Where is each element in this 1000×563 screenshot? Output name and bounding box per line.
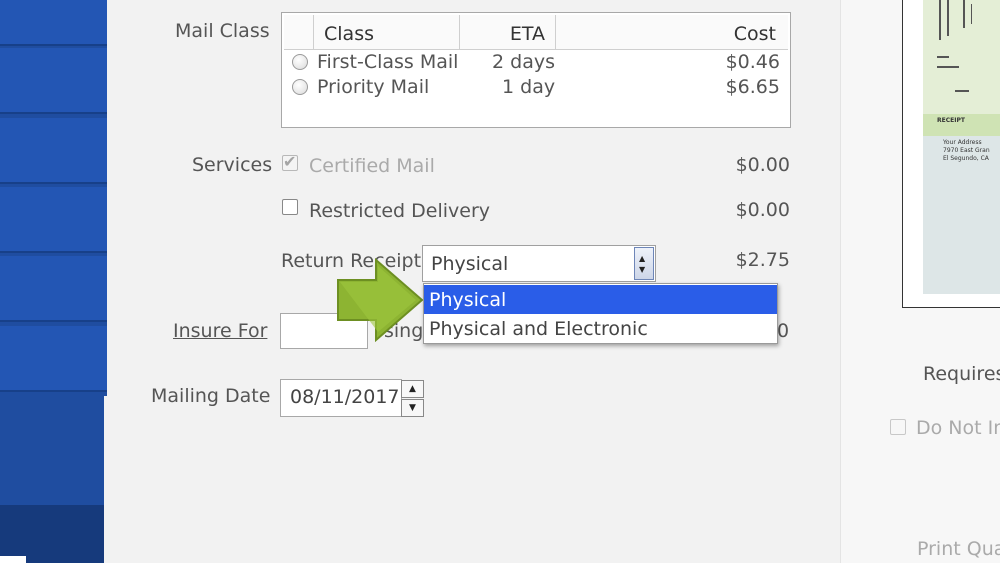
- return-receipt-select[interactable]: Physical ▲ ▼: [422, 245, 656, 282]
- preview-barcode: [963, 0, 965, 28]
- first-class-radio[interactable]: [292, 54, 308, 70]
- down-icon[interactable]: ▼: [401, 399, 424, 417]
- mailing-date-label: Mailing Date: [151, 385, 271, 407]
- certified-mail-checkbox[interactable]: ✔: [282, 152, 298, 171]
- return-receipt-price: $2.75: [735, 249, 790, 271]
- restricted-delivery-checkbox[interactable]: [282, 199, 298, 215]
- return-receipt-dropdown: Physical Physical and Electronic: [423, 283, 778, 344]
- row-cost: $6.65: [725, 76, 780, 98]
- return-receipt-value: Physical: [431, 253, 509, 275]
- restricted-delivery-price: $0.00: [735, 199, 790, 221]
- insurance-price: 0: [777, 320, 790, 342]
- do-not-checkbox[interactable]: [890, 419, 906, 435]
- checkmark-icon: ✔: [283, 152, 297, 171]
- row-class: First-Class Mail: [317, 51, 459, 73]
- mailing-date-stepper[interactable]: ▲ ▼: [401, 380, 425, 417]
- column-header-cost[interactable]: Cost: [556, 15, 788, 49]
- left-sidebar: [0, 0, 107, 563]
- sidebar-item[interactable]: [0, 0, 107, 46]
- green-arrow-icon: [337, 258, 424, 342]
- dropdown-option-physical[interactable]: Physical: [424, 285, 777, 314]
- column-header-eta[interactable]: ETA: [460, 15, 556, 49]
- preview-address-line: Your Address: [943, 139, 982, 146]
- preview-barcode: [947, 0, 949, 36]
- print-quality-label: Print Qua: [917, 538, 1000, 560]
- preview-receipt-label: RECEIPT: [937, 117, 965, 124]
- preview-address-line: El Segundo, CA: [943, 155, 989, 162]
- preview-mark: [955, 90, 969, 92]
- mail-class-label: Mail Class: [175, 20, 270, 42]
- requires-label: Requires: [923, 363, 1000, 385]
- sidebar-item[interactable]: [0, 118, 107, 184]
- sidebar-item[interactable]: [0, 326, 107, 392]
- sidebar-edge: [0, 556, 26, 563]
- sidebar-footer: [0, 505, 107, 563]
- mailing-date-input[interactable]: 08/11/2017: [280, 379, 402, 417]
- insure-for-link[interactable]: Insure For: [173, 320, 267, 342]
- table-row[interactable]: Priority Mail 1 day $6.65: [290, 76, 784, 100]
- priority-mail-radio[interactable]: [292, 79, 308, 95]
- sidebar-item[interactable]: [0, 48, 107, 114]
- preview-barcode: [939, 0, 941, 40]
- row-cost: $0.46: [725, 51, 780, 73]
- table-row[interactable]: First-Class Mail 2 days $0.46: [290, 51, 784, 75]
- restricted-delivery-label: Restricted Delivery: [309, 200, 491, 222]
- do-not-label: Do Not In: [916, 417, 1000, 439]
- row-eta: 2 days: [492, 51, 555, 73]
- updown-icon[interactable]: ▲ ▼: [634, 247, 654, 280]
- row-eta: 1 day: [502, 76, 556, 98]
- mail-class-table: Class ETA Cost First-Class Mail 2 days $…: [281, 12, 791, 128]
- preview-mark: [937, 56, 949, 58]
- sidebar-divider: [104, 396, 107, 563]
- mail-class-table-header: Class ETA Cost: [284, 15, 788, 50]
- dropdown-option-physical-electronic[interactable]: Physical and Electronic: [424, 314, 777, 343]
- preview-barcode: [971, 4, 972, 24]
- sidebar-item[interactable]: [0, 256, 107, 322]
- preview-mark: [937, 66, 959, 68]
- column-header-class[interactable]: Class: [314, 15, 460, 49]
- services-label: Services: [192, 154, 273, 176]
- certified-mail-label: Certified Mail: [309, 155, 435, 177]
- row-class: Priority Mail: [317, 76, 430, 98]
- header-spacer: [284, 15, 314, 49]
- certified-mail-price: $0.00: [735, 154, 790, 176]
- receipt-preview: RECEIPT Your Address 7970 East Gran El S…: [902, 0, 1000, 308]
- up-icon[interactable]: ▲: [401, 380, 424, 398]
- sidebar-item[interactable]: [0, 187, 107, 253]
- preview-address-line: 7970 East Gran: [943, 147, 990, 154]
